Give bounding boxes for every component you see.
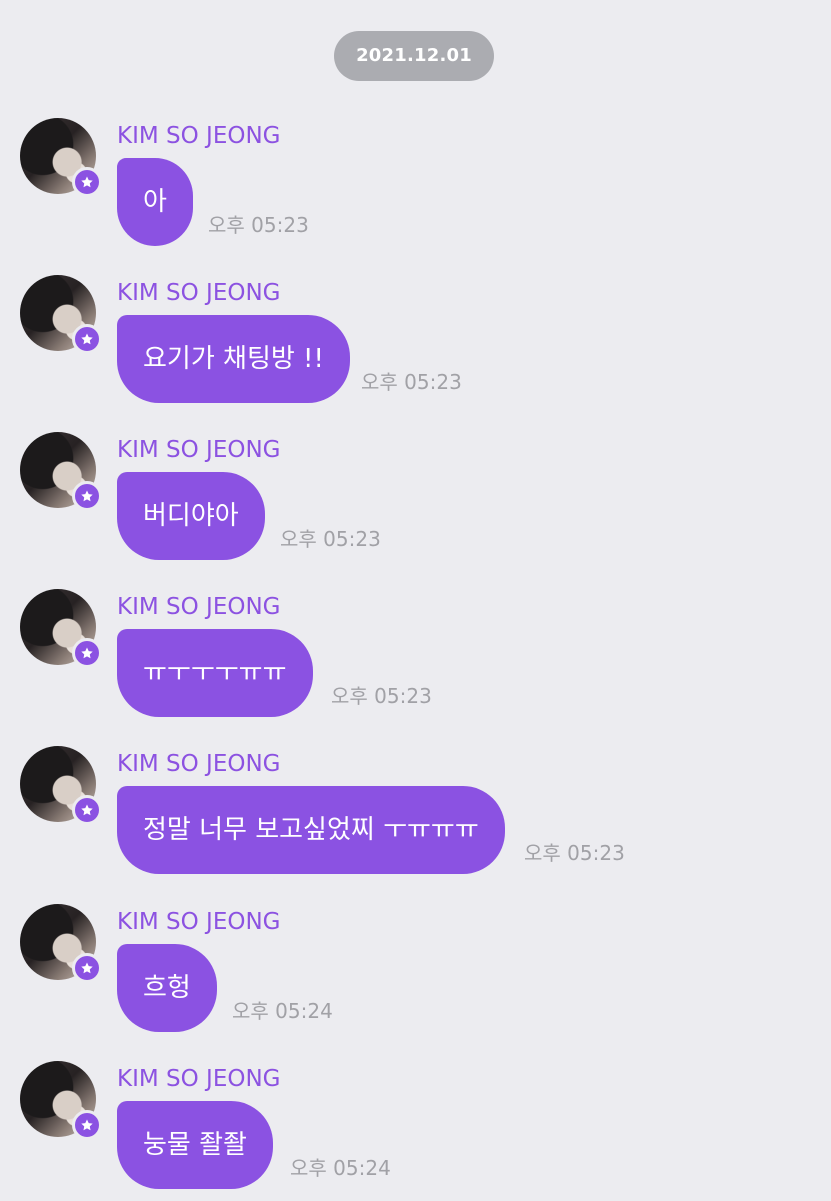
- message-item: KIM SO JEONG ㅠㅜㅜㅜㅠㅠ 오후 05:23: [0, 589, 831, 729]
- message-time: 오후 05:23: [361, 370, 462, 394]
- message-bubble[interactable]: ㅠㅜㅜㅜㅠㅠ: [117, 629, 313, 717]
- star-icon: [72, 795, 102, 825]
- sender-name: KIM SO JEONG: [117, 280, 281, 306]
- message-item: KIM SO JEONG 아 오후 05:23: [0, 118, 831, 258]
- sender-name: KIM SO JEONG: [117, 1066, 281, 1092]
- message-list: KIM SO JEONG 아 오후 05:23 KIM SO JEONG 요기가…: [0, 0, 831, 1200]
- sender-name: KIM SO JEONG: [117, 594, 281, 620]
- message-time: 오후 05:23: [524, 841, 625, 865]
- sender-name: KIM SO JEONG: [117, 123, 281, 149]
- sender-name: KIM SO JEONG: [117, 909, 281, 935]
- star-icon: [72, 1110, 102, 1140]
- message-item: KIM SO JEONG 정말 너무 보고싶었찌 ㅜㅠㅠㅠ 오후 05:23: [0, 746, 831, 886]
- message-bubble[interactable]: 아: [117, 158, 193, 246]
- star-icon: [72, 638, 102, 668]
- message-item: KIM SO JEONG 버디야아 오후 05:23: [0, 432, 831, 572]
- message-bubble[interactable]: 눙물 좔좔: [117, 1101, 273, 1189]
- message-time: 오후 05:23: [280, 527, 381, 551]
- message-bubble[interactable]: 정말 너무 보고싶었찌 ㅜㅠㅠㅠ: [117, 786, 505, 874]
- star-icon: [72, 324, 102, 354]
- star-icon: [72, 953, 102, 983]
- message-bubble[interactable]: 버디야아: [117, 472, 265, 560]
- message-item: KIM SO JEONG 눙물 좔좔 오후 05:24: [0, 1061, 831, 1201]
- star-icon: [72, 167, 102, 197]
- sender-name: KIM SO JEONG: [117, 751, 281, 777]
- message-time: 오후 05:23: [208, 213, 309, 237]
- sender-name: KIM SO JEONG: [117, 437, 281, 463]
- message-bubble[interactable]: 흐헝: [117, 944, 217, 1032]
- message-time: 오후 05:24: [232, 999, 333, 1023]
- message-bubble[interactable]: 요기가 채팅방 !!: [117, 315, 350, 403]
- message-item: KIM SO JEONG 요기가 채팅방 !! 오후 05:23: [0, 275, 831, 415]
- message-item: KIM SO JEONG 흐헝 오후 05:24: [0, 904, 831, 1044]
- message-time: 오후 05:23: [331, 684, 432, 708]
- message-time: 오후 05:24: [290, 1156, 391, 1180]
- star-icon: [72, 481, 102, 511]
